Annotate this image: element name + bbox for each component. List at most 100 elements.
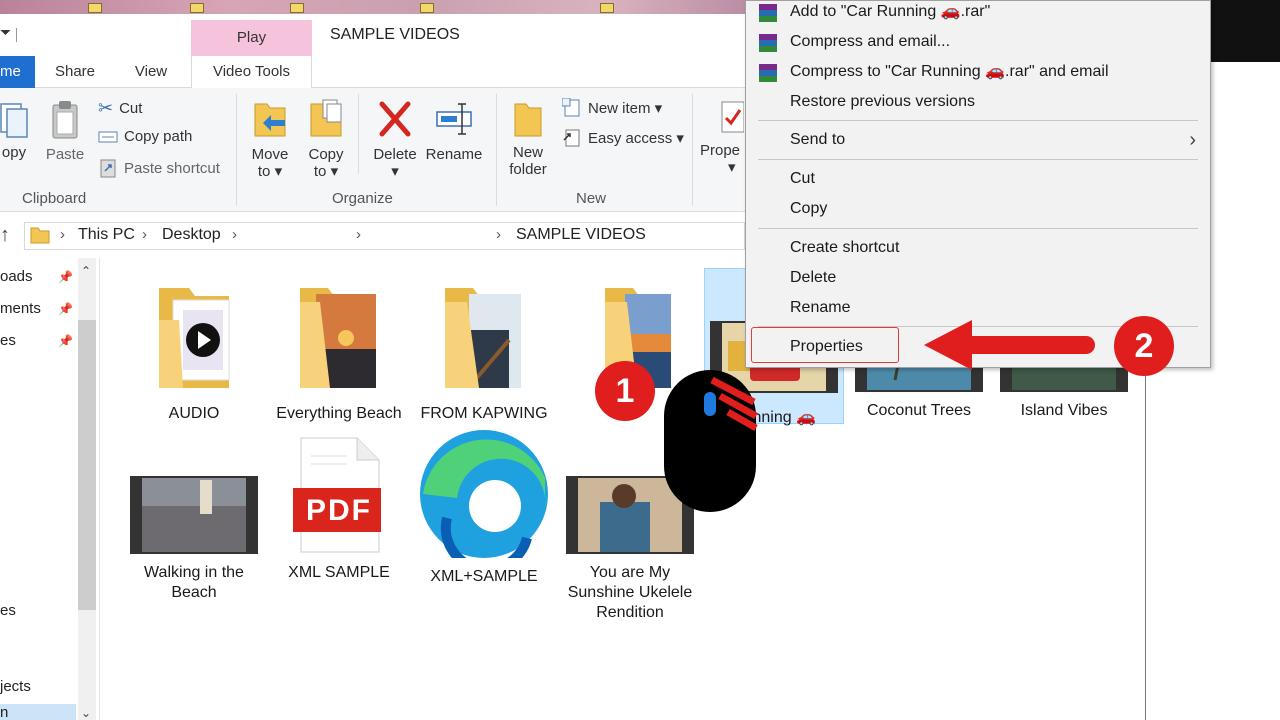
- breadcrumb-chevron-icon[interactable]: ›: [142, 226, 147, 243]
- breadcrumb-desktop[interactable]: Desktop: [162, 226, 221, 244]
- copy-to-button[interactable]: Copy to ▾: [304, 98, 348, 180]
- up-arrow-icon[interactable]: ↑: [0, 224, 10, 247]
- rename-button[interactable]: Rename: [424, 98, 484, 163]
- new-folder-label-2: folder: [509, 161, 547, 178]
- file-name: Walking in the Beach: [144, 564, 244, 601]
- new-item-button[interactable]: New item ▾: [562, 98, 662, 118]
- menu-item-copy[interactable]: Copy: [746, 194, 1210, 224]
- menu-separator: [758, 228, 1198, 229]
- group-separator: [236, 94, 237, 206]
- menu-item-compress-to-rar-email[interactable]: Compress to "Car Running 🚗.rar" and emai…: [746, 57, 1210, 87]
- nav-item-3d-objects[interactable]: jects: [0, 678, 31, 695]
- breadcrumb-this-pc[interactable]: This PC: [78, 226, 135, 244]
- tab-video-tools[interactable]: Video Tools: [191, 56, 312, 88]
- breadcrumb-chevron-icon[interactable]: ›: [496, 226, 501, 243]
- file-item-from-kapwing[interactable]: FROM KAPWING: [414, 280, 554, 424]
- paste-shortcut-icon: [100, 159, 116, 178]
- menu-item-label: Compress and email...: [790, 33, 951, 50]
- breadcrumb-chevron-icon[interactable]: ›: [232, 226, 237, 243]
- nav-item-videos[interactable]: es: [0, 602, 16, 619]
- cut-button[interactable]: ✂ Cut: [98, 98, 142, 119]
- tab-share[interactable]: Share: [48, 56, 102, 88]
- file-item-xml-sample[interactable]: PDF XML SAMPLE: [269, 436, 409, 583]
- copy-icon: [0, 103, 28, 138]
- file-item-everything-beach[interactable]: Everything Beach: [269, 280, 409, 424]
- nav-item-downloads[interactable]: oads: [0, 268, 33, 285]
- menu-separator: [758, 120, 1198, 121]
- file-item-xml-plus-sample[interactable]: XML+SAMPLE: [414, 428, 554, 587]
- context-menu: Add to "Car Running 🚗.rar" Compress and …: [745, 0, 1211, 368]
- red-arrow-icon: [924, 320, 1095, 370]
- delete-label-2: ▾: [391, 163, 399, 180]
- file-name: Island Vibes: [1020, 402, 1108, 419]
- step-2-badge: 2: [1114, 316, 1174, 376]
- menu-item-delete[interactable]: Delete: [746, 263, 1210, 293]
- scroll-up-icon[interactable]: ⌃: [81, 264, 91, 278]
- tab-home[interactable]: me: [0, 56, 35, 88]
- copy-path-label: Copy path: [124, 128, 193, 145]
- easy-access-label: Easy access ▾: [588, 130, 684, 147]
- file-name: AUDIO: [168, 405, 220, 422]
- nav-item-pictures[interactable]: es: [0, 332, 16, 349]
- rename-icon: [436, 103, 472, 135]
- pin-icon: 📌: [58, 302, 73, 316]
- pdf-label: PDF: [306, 494, 372, 527]
- contextual-tab-play: Play: [191, 20, 312, 56]
- menu-item-send-to[interactable]: Send to ›: [746, 125, 1210, 155]
- clipboard-group-label: Clipboard: [22, 190, 87, 207]
- nav-scrollbar-thumb[interactable]: [78, 320, 96, 610]
- edge-browser-icon: [420, 430, 548, 575]
- paste-button[interactable]: Paste: [44, 100, 86, 163]
- file-item-walking-in-the-beach[interactable]: Walking in the Beach: [124, 476, 264, 603]
- scroll-down-icon[interactable]: ⌄: [81, 706, 91, 720]
- menu-item-create-shortcut[interactable]: Create shortcut: [746, 233, 1210, 263]
- photo-folder-icon: [300, 288, 376, 388]
- audio-folder-icon: [159, 288, 230, 388]
- copy-path-icon: [98, 131, 118, 142]
- easy-access-icon: [563, 129, 580, 147]
- menu-item-restore-previous-versions[interactable]: Restore previous versions: [746, 87, 1210, 117]
- paste-icon: [52, 101, 78, 139]
- file-name: Coconut Trees: [866, 402, 972, 419]
- winrar-icon: [759, 4, 777, 22]
- menu-item-label: Compress to "Car Running 🚗.rar" and emai…: [790, 63, 1109, 80]
- mouse-right-click-icon: [664, 370, 758, 512]
- window-edge: [1145, 365, 1146, 720]
- easy-access-button[interactable]: Easy access ▾: [562, 128, 684, 148]
- new-item-label: New item ▾: [588, 100, 663, 117]
- menu-item-label: Create shortcut: [790, 239, 900, 256]
- menu-item-cut[interactable]: Cut: [746, 164, 1210, 194]
- ribbon: opy Paste ✂ Cut Copy path Paste shortcut…: [0, 88, 760, 212]
- nav-item-documents[interactable]: ments: [0, 300, 41, 317]
- copy-button[interactable]: opy: [0, 100, 34, 161]
- breadcrumb-sample-videos[interactable]: SAMPLE VIDEOS: [516, 226, 646, 244]
- breadcrumb-chevron-icon[interactable]: ›: [60, 226, 65, 243]
- copy-to-label: Copy: [308, 146, 344, 163]
- tab-view[interactable]: View: [124, 56, 178, 88]
- properties-highlight-box: [751, 327, 899, 363]
- pin-icon: 📌: [58, 334, 73, 348]
- delete-button[interactable]: Delete ▾: [370, 98, 420, 180]
- paste-shortcut-button[interactable]: Paste shortcut: [98, 158, 220, 178]
- breadcrumb-chevron-icon[interactable]: ›: [356, 226, 361, 243]
- file-item-audio[interactable]: AUDIO: [124, 280, 264, 424]
- copy-path-button[interactable]: Copy path: [98, 128, 192, 145]
- menu-item-label: Send to: [790, 131, 846, 148]
- menu-item-label: Rename: [790, 299, 851, 316]
- delete-x-icon: [379, 101, 411, 137]
- quick-access-dropdown-icon[interactable]: ⏷: [0, 24, 11, 41]
- ribbon-tab-row: me Share View Video Tools: [0, 56, 760, 88]
- move-to-button[interactable]: Move to ▾: [248, 98, 292, 180]
- pin-icon: 📌: [58, 270, 73, 284]
- new-folder-label: New: [512, 144, 543, 161]
- menu-item-compress-and-email[interactable]: Compress and email...: [746, 27, 1210, 57]
- rename-label: Rename: [425, 146, 483, 163]
- new-folder-button[interactable]: New folder: [506, 100, 550, 178]
- menu-item-label: Delete: [790, 269, 837, 286]
- nav-item-desktop[interactable]: n: [0, 704, 8, 720]
- properties-ribbon-button[interactable]: Prope ▾: [700, 100, 744, 176]
- menu-item-add-to-rar[interactable]: Add to "Car Running 🚗.rar": [746, 0, 1210, 27]
- window-title: SAMPLE VIDEOS: [330, 26, 460, 43]
- file-name: XML SAMPLE: [288, 564, 390, 581]
- winrar-icon: [759, 64, 777, 82]
